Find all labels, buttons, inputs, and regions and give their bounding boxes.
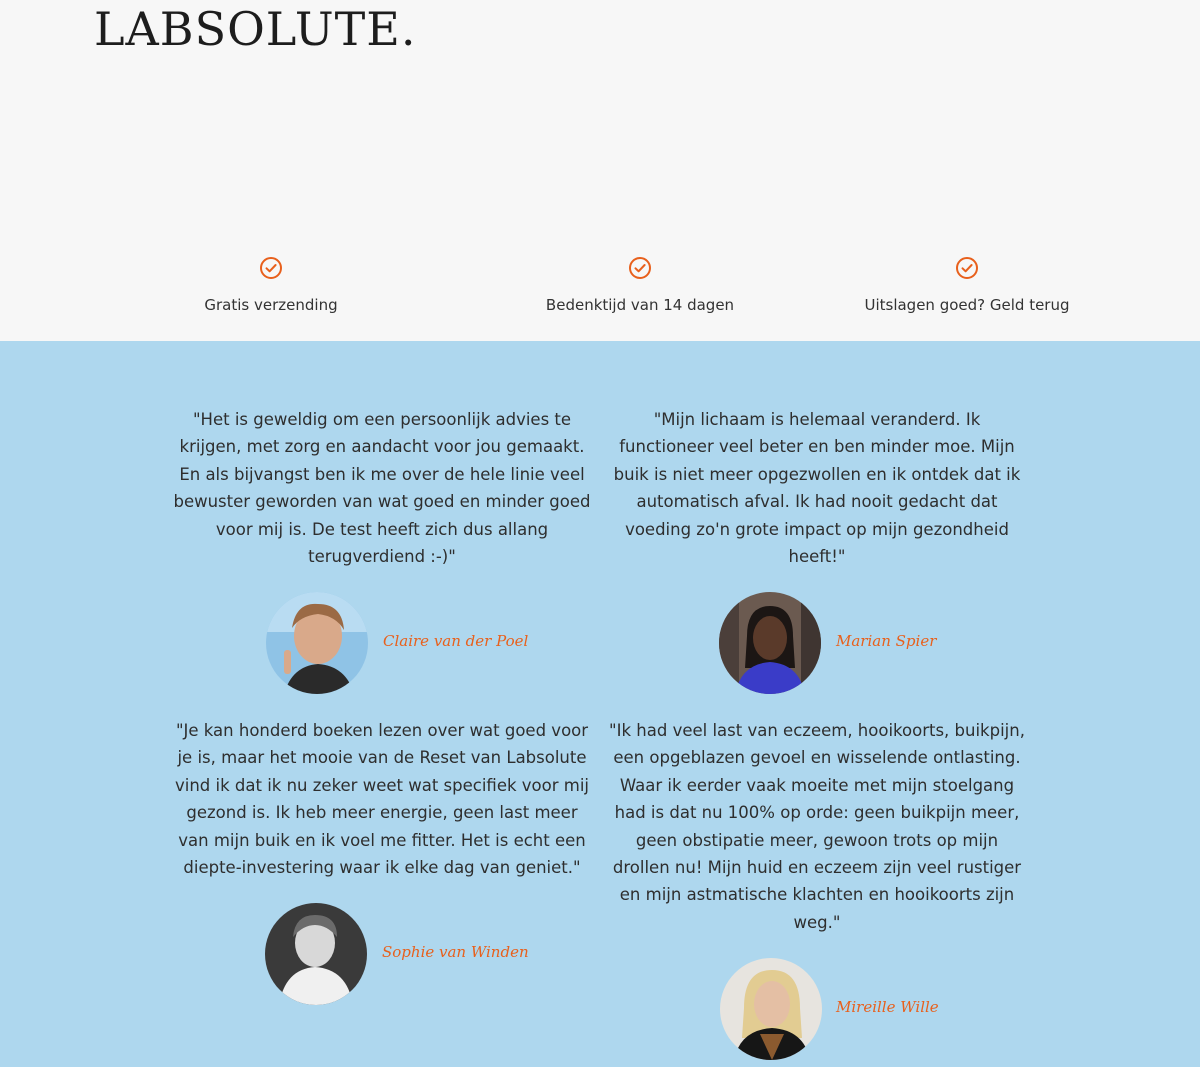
usp-bar: Gratis verzending Bedenktijd van 14 dage… [0, 256, 1200, 326]
testimonials-section: "Het is geweldig om een persoonlijk advi… [0, 341, 1200, 1067]
testimonial-quote: "Je kan honderd boeken lezen over wat go… [175, 721, 589, 878]
usp-label: Bedenktijd van 14 dagen [545, 296, 735, 314]
usp-label: Gratis verzending [204, 296, 338, 314]
usp-item-money-back: Uitslagen goed? Geld terug [817, 256, 1117, 314]
testimonial-card: "Mijn lichaam is helemaal veranderd. Ik … [607, 406, 1027, 570]
check-circle-icon [260, 257, 282, 279]
check-circle-icon [956, 257, 978, 279]
testimonial-author: Mireille Wille [836, 998, 939, 1016]
header-section: LABSOLUTE. Gratis verzending Bedenktijd … [0, 0, 1200, 341]
testimonial-quote: "Ik had veel last van eczeem, hooikoorts… [609, 721, 1025, 932]
testimonial-author: Marian Spier [836, 632, 937, 650]
brand-logo[interactable]: LABSOLUTE. [94, 2, 416, 56]
avatar [265, 903, 367, 1005]
testimonial-card: "Je kan honderd boeken lezen over wat go… [172, 717, 592, 881]
usp-label: Uitslagen goed? Geld terug [864, 296, 1070, 314]
testimonial-author: Claire van der Poel [383, 632, 529, 650]
usp-item-reflection-period: Bedenktijd van 14 dagen [490, 256, 790, 314]
avatar [720, 958, 822, 1060]
testimonial-quote: "Het is geweldig om een persoonlijk advi… [173, 410, 591, 567]
avatar [266, 592, 368, 694]
testimonial-card: "Ik had veel last van eczeem, hooikoorts… [607, 717, 1027, 936]
testimonial-card: "Het is geweldig om een persoonlijk advi… [172, 406, 592, 570]
check-circle-icon [629, 257, 651, 279]
testimonial-author: Sophie van Winden [382, 943, 529, 961]
usp-item-free-shipping: Gratis verzending [121, 256, 421, 314]
testimonial-quote: "Mijn lichaam is helemaal veranderd. Ik … [613, 410, 1021, 567]
avatar [719, 592, 821, 694]
